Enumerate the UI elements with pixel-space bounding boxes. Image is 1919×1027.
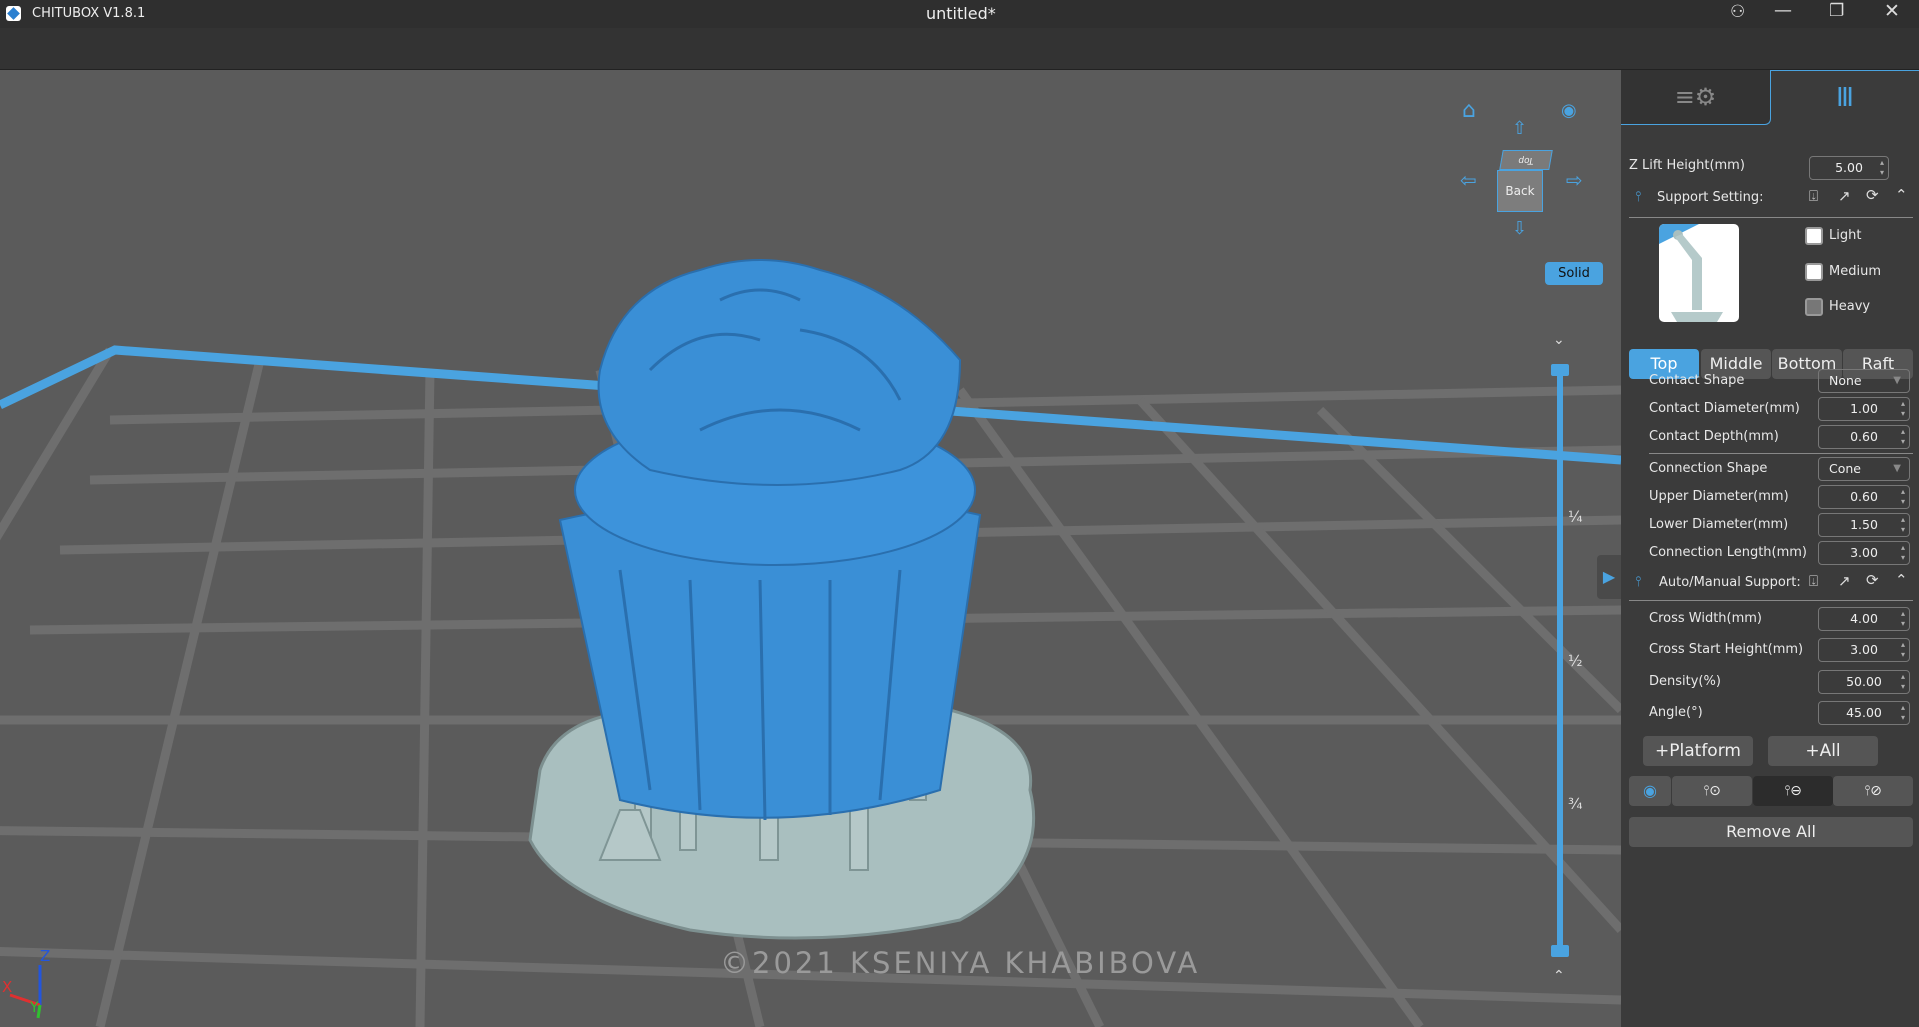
preset-light-label: Light [1829, 228, 1862, 243]
connection-shape-label: Connection Shape [1649, 461, 1768, 476]
add-support-icon: ⫯⊙ [1703, 783, 1721, 799]
rotate-down-icon[interactable]: ⇩ [1512, 218, 1527, 239]
eye-icon: ◉ [1643, 781, 1657, 800]
upper-diameter-label: Upper Diameter(mm) [1649, 489, 1789, 504]
reset-icon[interactable]: ⟳ [1866, 571, 1879, 589]
remove-support-icon: ⫯⊖ [1784, 783, 1802, 799]
add-support-button[interactable]: ⫯⊙ [1672, 776, 1752, 806]
divider [1629, 217, 1913, 218]
auto-manual-label: Auto/Manual Support: [1659, 575, 1801, 590]
home-view-icon[interactable]: ⌂ [1462, 98, 1476, 123]
axis-y-label: Y [30, 1000, 39, 1016]
axis-x-label: X [2, 978, 13, 996]
cross-start-height-input[interactable]: 3.00 [1818, 638, 1910, 662]
add-all-button[interactable]: +All [1768, 736, 1878, 766]
tab-print-settings[interactable]: ≡⚙ [1621, 70, 1771, 125]
add-platform-button[interactable]: +Platform [1643, 736, 1753, 766]
import-icon[interactable]: ⍗ [1809, 572, 1818, 590]
watermark: ©2021 KSENIYA KHABIBOVA [720, 946, 1201, 980]
contact-shape-label: Contact Shape [1649, 373, 1745, 388]
collapse-icon[interactable]: ⌃ [1895, 571, 1908, 589]
rotate-up-icon[interactable]: ⇧ [1512, 118, 1527, 139]
remove-support-button[interactable]: ⫯⊖ [1753, 776, 1833, 806]
support-preview-image [1659, 224, 1739, 322]
build-plate-scene [0, 259, 1621, 1027]
z-lift-label: Z Lift Height(mm) [1629, 158, 1745, 173]
cross-width-input[interactable]: 4.00 [1818, 607, 1910, 631]
axis-z-label: Z [40, 947, 51, 965]
layer-slider-track[interactable] [1557, 370, 1563, 952]
cross-start-height-label: Cross Start Height(mm) [1649, 642, 1804, 657]
support-panel: ≡⚙ Ⅲ Z Lift Height(mm) 5.00 ⫯ Support Se… [1621, 70, 1919, 1027]
render-mode-solid-button[interactable]: Solid [1545, 262, 1603, 285]
restore-button[interactable]: ❐ [1829, 1, 1844, 21]
export-icon[interactable]: ↗ [1838, 572, 1851, 590]
slider-mark-three-quarter: ¾ [1568, 795, 1583, 813]
angle-input[interactable]: 45.00 [1818, 701, 1910, 725]
preset-heavy-label: Heavy [1829, 299, 1871, 314]
lower-diameter-input[interactable]: 1.50 [1818, 513, 1910, 537]
divider [1649, 453, 1913, 454]
import-icon[interactable]: ⍗ [1809, 187, 1818, 205]
cross-width-label: Cross Width(mm) [1649, 611, 1763, 626]
contact-shape-select[interactable]: None [1818, 369, 1910, 393]
preset-medium-checkbox[interactable] [1805, 263, 1823, 281]
angle-label: Angle(°) [1649, 705, 1703, 720]
view-cube-back-face[interactable]: Back [1497, 170, 1543, 212]
document-title: untitled* [926, 4, 996, 23]
contact-depth-label: Contact Depth(mm) [1649, 429, 1779, 444]
contact-diameter-input[interactable]: 1.00 [1818, 397, 1910, 421]
slider-mark-quarter: ¼ [1568, 508, 1583, 526]
preset-heavy-checkbox[interactable] [1805, 298, 1823, 316]
slider-down-chevron[interactable]: ⌄ [1553, 332, 1565, 348]
support-setting-icon: ⫯ [1635, 189, 1642, 205]
collapse-icon[interactable]: ⌃ [1895, 186, 1908, 204]
remove-all-button[interactable]: Remove All [1629, 817, 1913, 847]
contact-depth-input[interactable]: 0.60 [1818, 425, 1910, 449]
layer-slider-bottom-handle[interactable] [1551, 945, 1569, 957]
connection-shape-select[interactable]: Cone [1818, 457, 1910, 481]
settings-gear-icon: ≡⚙ [1674, 83, 1717, 111]
upper-diameter-input[interactable]: 0.60 [1818, 485, 1910, 509]
title-bar: CHITUBOX V1.8.1 untitled* ⚇ — ❐ ✕ [0, 0, 1919, 28]
z-lift-input[interactable]: 5.00 [1809, 156, 1889, 180]
slider-up-chevron[interactable]: ⌃ [1553, 968, 1565, 984]
close-button[interactable]: ✕ [1884, 0, 1900, 22]
user-icon[interactable]: ⚇ [1730, 2, 1745, 22]
connection-length-input[interactable]: 3.00 [1818, 541, 1910, 565]
toggle-support-visibility-button[interactable]: ◉ [1629, 776, 1671, 806]
view-cube[interactable]: Top Back [1497, 150, 1553, 212]
density-input[interactable]: 50.00 [1818, 670, 1910, 694]
reset-icon[interactable]: ⟳ [1866, 186, 1879, 204]
menu-bar [0, 28, 1919, 70]
app-logo-icon [6, 6, 21, 21]
density-label: Density(%) [1649, 674, 1721, 689]
panel-toggle-arrow[interactable]: ▶ [1597, 555, 1621, 599]
divider [1629, 600, 1913, 601]
supports-columns-icon: Ⅲ [1836, 83, 1854, 113]
preset-light-checkbox[interactable] [1805, 227, 1823, 245]
view-cube-top-face[interactable]: Top [1499, 150, 1553, 170]
rotate-left-icon[interactable]: ⇦ [1460, 168, 1477, 192]
tab-supports[interactable]: Ⅲ [1771, 70, 1919, 125]
layer-slider-top-handle[interactable] [1551, 364, 1569, 376]
auto-manual-icon: ⫯ [1635, 574, 1642, 590]
visibility-eye-icon[interactable]: ◉ [1561, 100, 1577, 121]
preset-medium-label: Medium [1829, 264, 1881, 279]
rotate-right-icon[interactable]: ⇨ [1566, 168, 1583, 192]
connection-length-label: Connection Length(mm) [1649, 545, 1807, 560]
minimize-button[interactable]: — [1774, 0, 1792, 21]
contact-diameter-label: Contact Diameter(mm) [1649, 401, 1800, 416]
3d-viewport[interactable]: Z X Y ©2021 KSENIYA KHABIBOVA ⌂ ◉ ⇧ ⇦ ⇨ … [0, 70, 1621, 1027]
support-setting-label: Support Setting: [1657, 190, 1764, 205]
app-title: CHITUBOX V1.8.1 [32, 6, 146, 21]
slider-mark-half: ½ [1568, 652, 1583, 670]
lower-diameter-label: Lower Diameter(mm) [1649, 517, 1789, 532]
edit-support-icon: ⫯⊘ [1864, 783, 1882, 799]
export-icon[interactable]: ↗ [1838, 187, 1851, 205]
edit-support-button[interactable]: ⫯⊘ [1833, 776, 1913, 806]
